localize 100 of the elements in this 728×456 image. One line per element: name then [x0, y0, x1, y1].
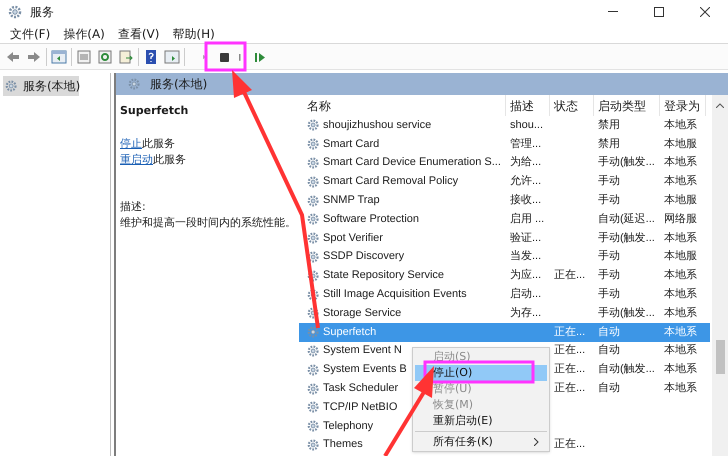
column-header[interactable]: 名称: [299, 95, 506, 116]
table-cell: 本地系: [664, 344, 697, 358]
table-cell: 自动(延迟...: [598, 212, 655, 226]
scroll-thumb[interactable]: [716, 340, 724, 374]
service-name-cell[interactable]: Still Image Acquisition Events: [323, 288, 467, 302]
gear-icon: [307, 382, 321, 396]
table-cell: 接收...: [510, 194, 542, 208]
window-title: 服务: [30, 4, 54, 21]
column-header[interactable]: 描述: [506, 95, 550, 116]
menu-item[interactable]: 重新启动(E): [415, 413, 547, 429]
table-cell: 本地系: [664, 118, 697, 132]
maximize-icon: [654, 7, 664, 17]
column-header[interactable]: 启动类型: [594, 95, 660, 116]
scroll-up-icon: [716, 103, 724, 108]
table-cell: 手动(触发...: [598, 306, 655, 320]
menu-item[interactable]: 帮助(H): [172, 24, 215, 42]
gear-icon: [307, 212, 321, 226]
table-cell: 正在...: [554, 269, 586, 282]
action-link[interactable]: 停止: [120, 136, 142, 153]
gear-icon: [307, 288, 321, 302]
table-cell: 自动: [598, 326, 620, 339]
table-cell: 正在...: [554, 382, 586, 396]
action-link[interactable]: 重启动: [120, 152, 153, 169]
gear-icon: [5, 79, 19, 93]
column-header[interactable]: 状态: [550, 95, 594, 116]
menu-item[interactable]: 所有任务(K): [415, 434, 547, 450]
table-cell: 启用 ...: [510, 212, 544, 226]
menu-item[interactable]: 查看(V): [118, 24, 160, 42]
action-text: 此服务: [142, 136, 175, 152]
table-cell: 本地服: [664, 138, 697, 151]
table-cell: 本地服: [664, 194, 697, 208]
service-name-cell[interactable]: Themes: [323, 438, 363, 452]
table-cell: 为应...: [510, 269, 542, 282]
gear-icon: [307, 306, 321, 320]
gear-icon: [307, 419, 321, 434]
menu-item[interactable]: 操作(A): [63, 24, 105, 42]
service-name-cell[interactable]: State Repository Service: [323, 269, 444, 282]
action-text: 此服务: [153, 152, 186, 168]
service-name-cell[interactable]: shoujizhushou service: [323, 118, 432, 132]
gear-icon: [307, 438, 321, 452]
table-cell: 验证...: [510, 232, 542, 245]
service-name-cell[interactable]: Smart Card Device Enumeration S...: [323, 156, 501, 170]
table-cell: 手动: [598, 250, 620, 264]
table-cell: 自动: [598, 382, 620, 396]
table-cell: shou...: [510, 118, 544, 132]
close-icon: [700, 7, 710, 17]
column-header[interactable]: 登录为: [660, 95, 706, 116]
service-name-cell[interactable]: SSDP Discovery: [323, 250, 404, 264]
gear-icon: [307, 156, 321, 170]
service-name-cell[interactable]: Telephony: [323, 420, 374, 433]
table-cell: 禁用: [598, 138, 620, 151]
gear-icon: [307, 344, 321, 358]
tree-item[interactable]: 服务(本地): [3, 76, 79, 96]
table-cell: 手动: [598, 269, 620, 282]
table-cell: 自动: [598, 344, 620, 358]
table-cell: 本地系: [664, 288, 697, 302]
table-cell: 本地系: [664, 363, 697, 376]
service-name-cell[interactable]: System Event N: [323, 344, 402, 358]
table-cell: 本地系: [664, 175, 697, 188]
table-cell: 正在...: [554, 344, 586, 358]
gear-icon: [307, 362, 321, 377]
table-cell: 手动: [598, 175, 620, 188]
service-name-cell[interactable]: TCP/IP NetBIO: [323, 400, 398, 414]
service-name-cell[interactable]: Software Protection: [323, 212, 419, 226]
gear-icon: [307, 194, 321, 208]
minimize-icon: [608, 11, 618, 13]
gear-icon: [307, 231, 321, 246]
description-text: 维护和提高一段时间内的系统性能。: [120, 215, 297, 231]
service-name-cell[interactable]: SNMP Trap: [323, 194, 380, 208]
service-name-cell[interactable]: Smart Card Removal Policy: [323, 175, 458, 188]
table-cell: 为存...: [510, 306, 542, 320]
service-name-cell[interactable]: Task Scheduler: [323, 382, 398, 396]
table-cell: 本地系: [664, 382, 697, 396]
table-cell: 本地系: [664, 326, 697, 339]
service-name-cell[interactable]: Spot Verifier: [323, 232, 383, 245]
table-cell: 当发...: [510, 250, 542, 264]
table-cell: 网络服: [664, 212, 697, 226]
service-name-cell[interactable]: Smart Card: [323, 138, 380, 151]
table-cell: 本地系: [664, 232, 697, 245]
table-cell: 手动(触发...: [598, 156, 655, 170]
gear-icon: [128, 77, 142, 91]
gear-icon: [8, 4, 24, 20]
table-cell: 本地系: [664, 269, 697, 282]
panel-title: 服务(本地): [150, 76, 208, 93]
gear-icon: [307, 268, 321, 283]
service-name-cell[interactable]: System Events B: [323, 363, 407, 376]
menu-item[interactable]: 停止(O): [415, 365, 547, 381]
table-cell: 正在...: [554, 326, 586, 339]
gear-icon: [307, 250, 321, 264]
gear-icon: [307, 137, 321, 152]
description-label: 描述:: [120, 198, 147, 214]
menu-item[interactable]: 文件(F): [10, 24, 50, 42]
gear-icon: [307, 400, 321, 414]
table-cell: 本地系: [664, 306, 697, 320]
table-cell: 为给...: [510, 156, 542, 170]
service-name-cell[interactable]: Storage Service: [323, 306, 402, 320]
table-cell: 禁用: [598, 118, 620, 132]
gear-icon: [307, 325, 321, 340]
table-cell: 正在...: [554, 363, 586, 376]
table-cell: 本地服: [664, 250, 697, 264]
